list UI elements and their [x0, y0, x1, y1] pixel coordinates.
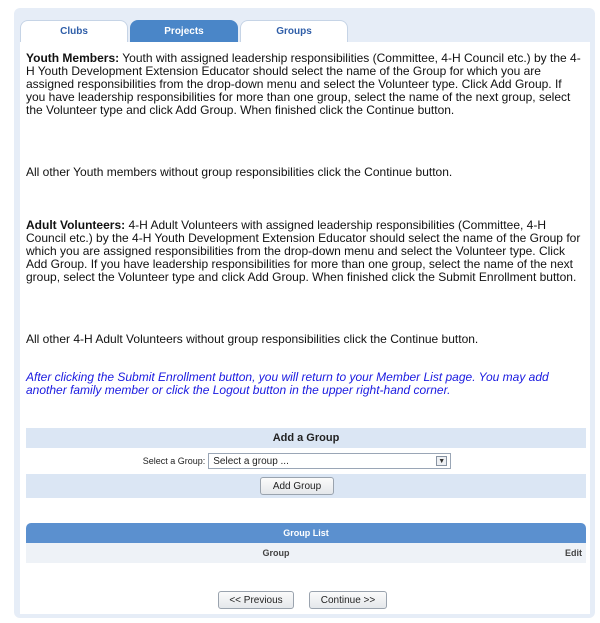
continue-button[interactable]: Continue >> [309, 591, 387, 609]
group-list-header: Group List [26, 523, 586, 543]
group-select[interactable]: Select a group ... ▼ [208, 453, 452, 469]
add-group-button[interactable]: Add Group [260, 477, 334, 495]
submit-note: After clicking the Submit Enrollment but… [26, 370, 549, 397]
select-group-row: Select a Group: Select a group ... ▼ [26, 450, 586, 472]
adult-heading: Adult Volunteers: [26, 218, 126, 232]
youth-heading: Youth Members: [26, 51, 120, 65]
column-group: Group [262, 548, 290, 558]
add-group-title: Add a Group [272, 432, 340, 444]
youth-other-text: All other Youth members without group re… [26, 165, 453, 179]
group-list-title: Group List [283, 528, 329, 538]
tab-groups[interactable]: Groups [240, 20, 348, 42]
groups-panel: Youth Members: Youth with assigned leade… [20, 42, 590, 614]
group-select-value: Select a group ... [213, 455, 289, 467]
adult-instructions: Adult Volunteers: 4-H Adult Volunteers w… [26, 219, 584, 284]
group-list-columns: Group Edit [26, 543, 586, 563]
dropdown-arrow-icon[interactable]: ▼ [436, 456, 448, 466]
add-group-header: Add a Group [26, 428, 586, 448]
column-edit: Edit [565, 548, 582, 558]
tab-clubs[interactable]: Clubs [20, 20, 128, 42]
adult-other-text: All other 4-H Adult Volunteers without g… [26, 332, 479, 346]
select-group-label: Select a Group: [142, 456, 206, 466]
youth-instructions: Youth Members: Youth with assigned leade… [26, 52, 584, 117]
tab-projects[interactable]: Projects [130, 20, 238, 42]
previous-button[interactable]: << Previous [218, 591, 294, 609]
